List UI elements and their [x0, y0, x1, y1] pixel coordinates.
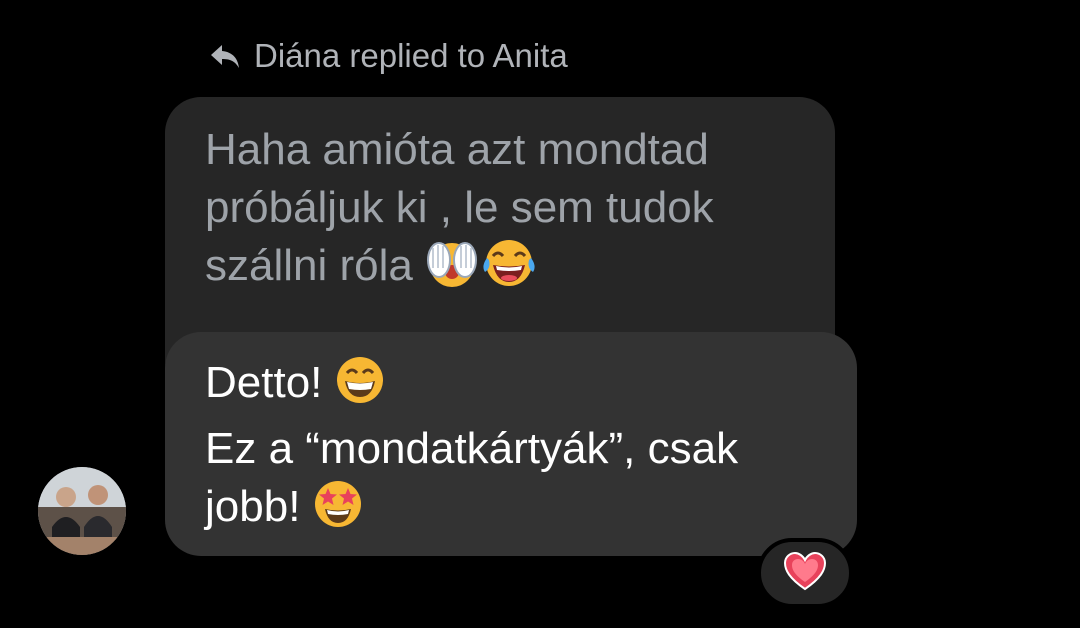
heart-icon [783, 551, 827, 596]
reply-line-2: Ez a “mondatkártyák”, csak jobb! [205, 424, 739, 531]
reply-header: Diána replied to Anita [208, 34, 568, 78]
reply-arrow-icon [208, 41, 242, 71]
reply-message-bubble[interactable]: Detto! Ez a “mondatkártyák”, csak jobb! [165, 332, 857, 556]
grinning-face-emoji [335, 355, 385, 420]
reply-header-text: Diána replied to Anita [254, 37, 568, 74]
reply-line-1: Detto! [205, 358, 323, 407]
reaction-badge[interactable] [757, 538, 853, 608]
star-struck-emoji [313, 479, 363, 544]
face-with-hands-over-eyes-emoji [425, 238, 479, 303]
reply-message-text: Detto! Ez a “mondatkártyák”, csak jobb! [205, 354, 845, 544]
quoted-message-text: Haha amióta azt mondtad próbáljuk ki , l… [205, 121, 825, 303]
sender-avatar[interactable] [38, 467, 126, 555]
tears-of-joy-emoji [479, 238, 539, 303]
